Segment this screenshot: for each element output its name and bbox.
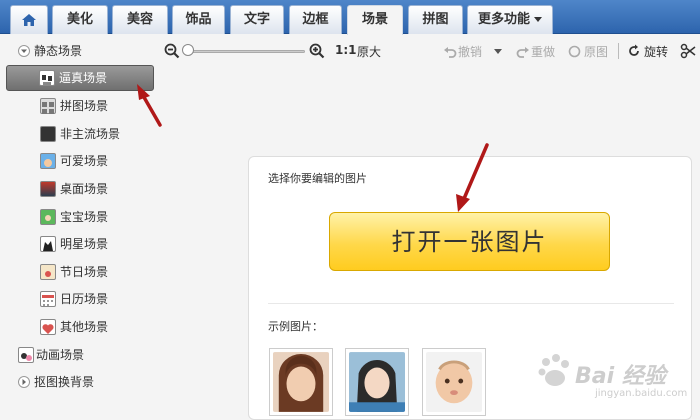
- sidebar-group-label: 抠图换背景: [34, 375, 95, 389]
- sidebar-item-alternative-scene[interactable]: 非主流场景: [0, 122, 160, 146]
- sample-image-thumbnail[interactable]: [345, 348, 409, 416]
- celebrity-scene-icon: [40, 236, 56, 252]
- sidebar-item-label: 节日场景: [60, 265, 109, 279]
- sidebar-item-baby-scene[interactable]: 宝宝场景: [0, 205, 160, 229]
- sidebar-item-label: 其他场景: [60, 320, 109, 334]
- redo-button[interactable]: 重做: [531, 43, 555, 60]
- sample-image-thumbnail[interactable]: [269, 348, 333, 416]
- top-tab-bar: 美化 美容 饰品 文字 边框 场景 拼图 更多功能: [0, 0, 700, 35]
- scissors-icon[interactable]: [680, 43, 696, 59]
- tab-border[interactable]: 边框: [289, 5, 342, 34]
- tab-accessories[interactable]: 饰品: [172, 5, 225, 34]
- tab-label: 美化: [66, 12, 93, 27]
- sidebar-group-label: 静态场景: [34, 44, 83, 58]
- zoom-in-icon[interactable]: [309, 43, 325, 59]
- sample-images-label: 示例图片：: [268, 320, 323, 333]
- sidebar-item-label: 可爱场景: [60, 154, 109, 168]
- panel-divider: [268, 303, 674, 304]
- animated-scene-icon: [18, 347, 34, 363]
- watermark-text: Bai 经验: [575, 364, 666, 389]
- open-image-button[interactable]: 打开一张图片: [329, 212, 610, 271]
- sidebar-item-holiday-scene[interactable]: 节日场景: [0, 260, 160, 284]
- sample-image-thumbnail[interactable]: [422, 348, 486, 416]
- tab-label: 更多功能: [477, 12, 530, 27]
- sample-image-baby: [426, 352, 482, 412]
- zoom-slider-thumb[interactable]: [182, 44, 194, 56]
- toolbar-divider: [618, 43, 619, 59]
- sidebar-item-realistic-scene[interactable]: 逼真场景: [6, 65, 154, 91]
- tab-scene[interactable]: 场景: [347, 5, 403, 35]
- alternative-scene-icon: [40, 126, 56, 142]
- baby-scene-icon: [40, 209, 56, 225]
- tab-home[interactable]: [10, 5, 48, 34]
- sidebar-item-label: 非主流场景: [60, 127, 121, 141]
- baidu-jingyan-watermark: Bai 经验 jingyan.baidu.com: [535, 350, 688, 410]
- realistic-scene-icon: [39, 70, 55, 86]
- tab-collage[interactable]: 拼图: [408, 5, 463, 34]
- scene-sidebar: 静态场景 逼真场景 拼图场景 非主流场景 可爱场景 桌面场景 宝宝场景 明星场景…: [0, 35, 160, 420]
- redo-icon[interactable]: [516, 44, 530, 58]
- sidebar-group-label: 动画场景: [36, 348, 85, 362]
- sidebar-item-desktop-scene[interactable]: 桌面场景: [0, 177, 160, 201]
- chevron-down-icon: [534, 17, 542, 22]
- edit-toolbar: 1:1 原大 撤销 重做 原图 旋转: [160, 35, 700, 67]
- tab-label: 场景: [361, 12, 388, 27]
- sidebar-item-cute-scene[interactable]: 可爱场景: [0, 149, 160, 173]
- heart-icon: [40, 319, 56, 335]
- collage-scene-icon: [40, 98, 56, 114]
- tab-makeup[interactable]: 美容: [112, 5, 168, 34]
- tab-label: 美容: [126, 12, 153, 27]
- sidebar-group-animated[interactable]: 动画场景: [0, 343, 160, 367]
- tab-more-features[interactable]: 更多功能: [467, 5, 553, 34]
- sidebar-item-label: 逼真场景: [59, 71, 108, 85]
- calendar-scene-icon: [40, 291, 56, 307]
- cute-scene-icon: [40, 153, 56, 169]
- tab-beautify[interactable]: 美化: [52, 5, 108, 34]
- tab-text[interactable]: 文字: [230, 5, 284, 34]
- sidebar-item-label: 宝宝场景: [60, 210, 109, 224]
- sample-image-woman-selfie: [349, 352, 405, 412]
- sidebar-item-collage-scene[interactable]: 拼图场景: [0, 94, 160, 118]
- undo-history-chevron-icon[interactable]: [493, 48, 503, 56]
- sidebar-item-label: 日历场景: [60, 292, 109, 306]
- sidebar-item-celebrity-scene[interactable]: 明星场景: [0, 232, 160, 256]
- ratio-button[interactable]: 1:1: [335, 43, 357, 57]
- watermark-subtext: jingyan.baidu.com: [595, 388, 688, 399]
- original-image-icon[interactable]: [568, 45, 581, 58]
- zoom-slider-track[interactable]: [190, 50, 305, 53]
- tab-label: 拼图: [422, 12, 449, 27]
- sample-image-woman-bangs: [273, 352, 329, 412]
- rotate-icon[interactable]: [627, 44, 641, 58]
- sidebar-item-label: 明星场景: [60, 237, 109, 251]
- rotate-button[interactable]: 旋转: [644, 43, 668, 60]
- desktop-scene-icon: [40, 181, 56, 197]
- zoom-out-icon[interactable]: [164, 43, 180, 59]
- paw-logo-icon: [538, 354, 569, 386]
- sidebar-group-cutout[interactable]: 抠图换背景: [0, 370, 160, 394]
- tab-label: 饰品: [185, 12, 212, 27]
- sidebar-item-label: 拼图场景: [60, 99, 109, 113]
- sidebar-item-calendar-scene[interactable]: 日历场景: [0, 287, 160, 311]
- tab-label: 文字: [243, 12, 270, 27]
- home-icon: [22, 14, 36, 26]
- undo-button[interactable]: 撤销: [458, 43, 482, 60]
- tab-label: 边框: [302, 12, 329, 27]
- original-image-button[interactable]: 原图: [584, 43, 608, 60]
- expand-toggle-icon[interactable]: [18, 376, 30, 388]
- original-size-button[interactable]: 原大: [357, 43, 381, 60]
- select-image-prompt: 选择你要编辑的图片: [268, 172, 367, 185]
- sidebar-item-label: 桌面场景: [60, 182, 109, 196]
- holiday-scene-icon: [40, 264, 56, 280]
- undo-icon[interactable]: [443, 44, 457, 58]
- collapse-toggle-icon[interactable]: [18, 45, 30, 57]
- sidebar-item-other-scene[interactable]: 其他场景: [0, 315, 160, 339]
- sidebar-group-static[interactable]: 静态场景: [0, 39, 160, 63]
